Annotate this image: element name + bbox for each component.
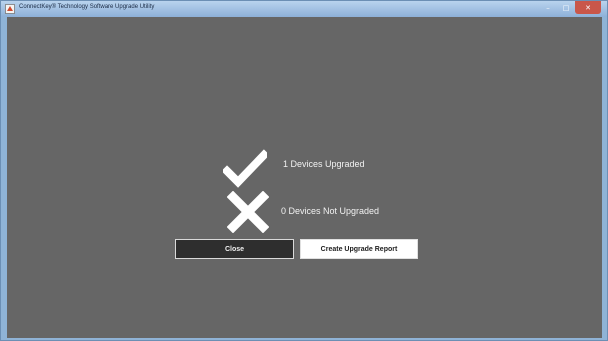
devices-not-upgraded-text: 0 Devices Not Upgraded [281,206,380,216]
checkmark-icon [223,149,267,188]
title-bar[interactable]: ConnectKey® Technology Software Upgrade … [1,1,607,17]
window-close-button[interactable]: ✕ [575,1,601,14]
app-icon [5,4,15,14]
close-button[interactable]: Close [175,239,294,259]
window-title: ConnectKey® Technology Software Upgrade … [19,4,155,10]
maximize-button[interactable]: □ [557,1,575,14]
x-mark-icon [227,191,269,233]
minimize-button[interactable]: – [539,1,557,14]
devices-upgraded-text: 1 Devices Upgraded [283,159,365,169]
create-upgrade-report-button[interactable]: Create Upgrade Report [300,239,418,259]
app-window: ConnectKey® Technology Software Upgrade … [0,0,608,341]
upgrade-results-panel: 1 Devices Upgraded 0 Devices Not Upgrade… [7,17,602,338]
window-controls: – □ ✕ [539,1,601,15]
